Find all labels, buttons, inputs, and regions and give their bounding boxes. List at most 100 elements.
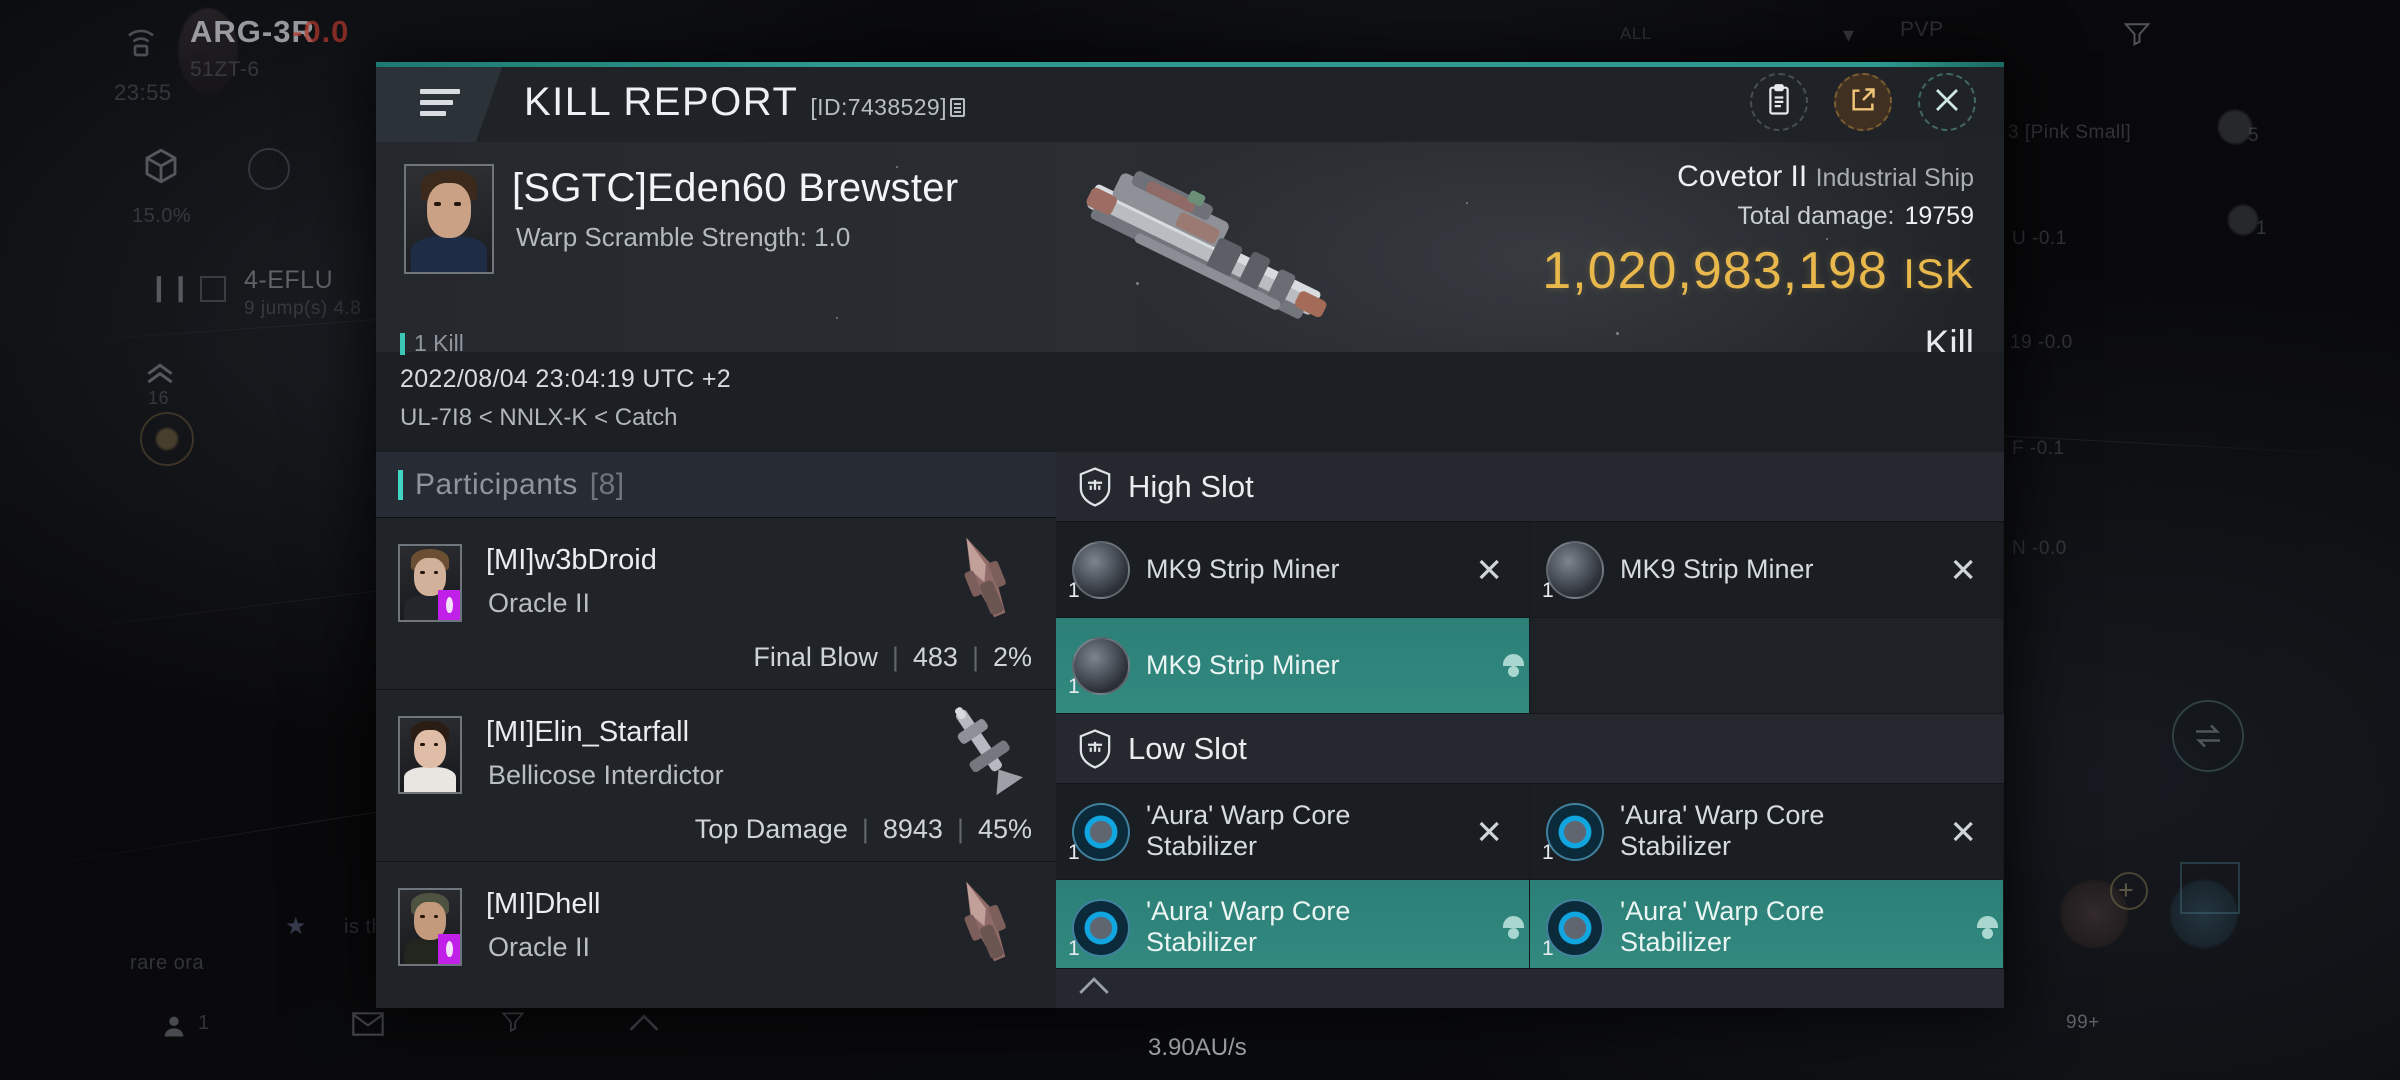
participant-stats: Final Blow | 483 | 2%	[753, 642, 1032, 673]
module-name: MK9 Strip Miner	[1620, 553, 1814, 584]
list-item[interactable]: [MI]Dhell Oracle II	[376, 862, 1056, 1008]
chevron-down-icon: ▾	[1843, 22, 1855, 47]
filter-icon-bottom	[500, 1008, 526, 1039]
module-qty: 1	[1068, 675, 1080, 698]
participant-ship: Oracle II	[488, 932, 591, 962]
participant-portrait	[398, 544, 462, 622]
x-mark-icon: ✕	[1949, 813, 1977, 850]
module-name: MK9 Strip Miner	[1146, 553, 1340, 584]
victim-stats: Covetor II Industrial Ship Total damage:…	[1542, 160, 1974, 352]
warp-speed-label: 3.90AU/s	[1148, 1034, 1247, 1061]
next-section-partial[interactable]	[1056, 968, 2004, 1008]
star-icon: ★	[285, 913, 307, 940]
hamburger-menu-icon	[420, 88, 460, 116]
mail-icon	[352, 1012, 384, 1041]
participant-stats: Top Damage | 8943 | 45%	[695, 814, 1032, 845]
page-title: KILL REPORT	[524, 79, 799, 124]
module-cell[interactable]: 1 MK9 Strip Miner	[1056, 618, 1530, 714]
station-label: 51ZT-6	[190, 58, 260, 81]
participant-name: [MI]Dhell	[486, 888, 601, 920]
kill-badge-label: 1 Kill	[414, 330, 464, 356]
result-label: Kill	[1924, 323, 1974, 352]
copy-icon[interactable]	[949, 97, 965, 117]
participant-percent: 45%	[977, 814, 1032, 844]
kill-report-panel: KILL REPORT [ID:7438529] [SGTC]Eden60 Br…	[376, 62, 2004, 1008]
security-badge	[438, 590, 460, 620]
module-qty: 1	[1068, 937, 1080, 960]
x-mark-icon: ✕	[1475, 551, 1503, 588]
strip-miner-icon	[1072, 540, 1130, 599]
close-x-icon	[1932, 85, 1962, 120]
module-cell[interactable]: 1 'Aura' Warp Core Stabilizer	[1056, 880, 1530, 976]
slot-section-header-low: Low Slot	[1056, 714, 2004, 784]
divider: |	[891, 642, 899, 672]
module-qty: 1	[1068, 841, 1080, 864]
module-qty: 1	[1542, 579, 1554, 602]
module-cell[interactable]: 1 'Aura' Warp Core Stabilizer	[1530, 880, 2004, 976]
hud-orb-1	[2228, 205, 2258, 235]
module-name: MK9 Strip Miner	[1146, 649, 1340, 680]
external-link-icon	[1849, 86, 1877, 119]
module-qty: 1	[1542, 841, 1554, 864]
people-icon	[160, 1012, 188, 1045]
chevron-up-icon	[1076, 975, 1112, 1002]
right-entry-2: F -0.1	[2012, 438, 2065, 459]
plus-glyph: +	[2118, 875, 2134, 905]
close-button[interactable]	[1918, 73, 1976, 131]
x-mark-icon: ✕	[1475, 813, 1503, 850]
hud-number-1: 1	[2256, 218, 2268, 239]
chevron-up-icon-bottom	[628, 1012, 660, 1039]
victim-ship-name: Covetor II	[1677, 160, 1808, 193]
module-qty: 1	[1068, 579, 1080, 602]
menu-button[interactable]	[376, 62, 504, 142]
victim-portrait[interactable]	[404, 164, 494, 274]
cargo-percent: 15.0%	[132, 205, 192, 227]
modules-panel: High Slot 1 MK9 Strip Miner ✕ 1 MK9 Stri…	[1056, 452, 2004, 1008]
clipboard-button[interactable]	[1750, 73, 1808, 131]
stop-icon	[200, 276, 226, 302]
slot-title: Low Slot	[1128, 730, 1247, 766]
divider: |	[971, 642, 979, 672]
participant-tag: Top Damage	[694, 814, 848, 844]
warp-core-stabilizer-icon	[1072, 802, 1130, 861]
wifi-icon	[122, 22, 160, 63]
participant-ship: Bellicose Interdictor	[488, 760, 724, 790]
right-entry-0: U -0.1	[2012, 228, 2067, 249]
module-cell[interactable]: 1 MK9 Strip Miner ✕	[1530, 522, 2004, 618]
module-name: 'Aura' Warp Core Stabilizer	[1146, 799, 1351, 862]
module-cell[interactable]: 1 'Aura' Warp Core Stabilizer ✕	[1530, 784, 2004, 880]
security-badge	[438, 934, 460, 964]
slot-section-header-high: High Slot	[1056, 452, 2004, 522]
module-cell-empty	[1530, 618, 2004, 714]
scan-icon	[2180, 862, 2240, 914]
module-qty: 1	[1542, 937, 1554, 960]
accent-bar	[398, 469, 403, 500]
module-name: 'Aura' Warp Core Stabilizer	[1620, 895, 1825, 958]
total-damage-line: Total damage: 19759	[1542, 202, 1974, 231]
low-slot-grid: 1 'Aura' Warp Core Stabilizer ✕ 1 'Aura'…	[1056, 784, 2004, 976]
warp-level-label: 16	[148, 388, 170, 408]
strip-miner-icon	[1546, 540, 1604, 599]
member-count: 1	[198, 1012, 210, 1034]
module-cell[interactable]: 1 'Aura' Warp Core Stabilizer ✕	[1056, 784, 1530, 880]
share-button[interactable]	[1834, 73, 1892, 131]
module-cell[interactable]: 1 MK9 Strip Miner ✕	[1056, 522, 1530, 618]
right-entry-1: 19 -0.0	[2010, 332, 2073, 353]
high-slot-grid: 1 MK9 Strip Miner ✕ 1 MK9 Strip Miner ✕ …	[1056, 522, 2004, 714]
list-item[interactable]: [MI]Elin_Starfall Bellicose Interdictor	[376, 690, 1056, 862]
x-mark-icon: ✕	[1949, 551, 1977, 588]
participants-label: Participants	[415, 467, 578, 501]
destination-jumps: 9 jump(s) 4.8	[244, 298, 362, 319]
oracle-ship-thumb	[938, 870, 1030, 970]
participant-name: [MI]w3bDroid	[486, 544, 657, 576]
participant-portrait	[398, 716, 462, 794]
panel-body: Participants [8] [MI]w3bDroid Oracle II	[376, 452, 2004, 1008]
victim-ship-line: Covetor II Industrial Ship	[1542, 160, 1974, 194]
list-item[interactable]: [MI]w3bDroid Oracle II Final Blow | 483 …	[376, 518, 1056, 690]
header-actions	[1750, 73, 1976, 131]
participants-count: [8]	[589, 467, 625, 501]
participant-portrait	[398, 888, 462, 966]
kill-badge: 1 Kill	[400, 330, 731, 357]
filter-icon	[2122, 18, 2152, 53]
covetor-ship-render	[1016, 152, 1396, 352]
